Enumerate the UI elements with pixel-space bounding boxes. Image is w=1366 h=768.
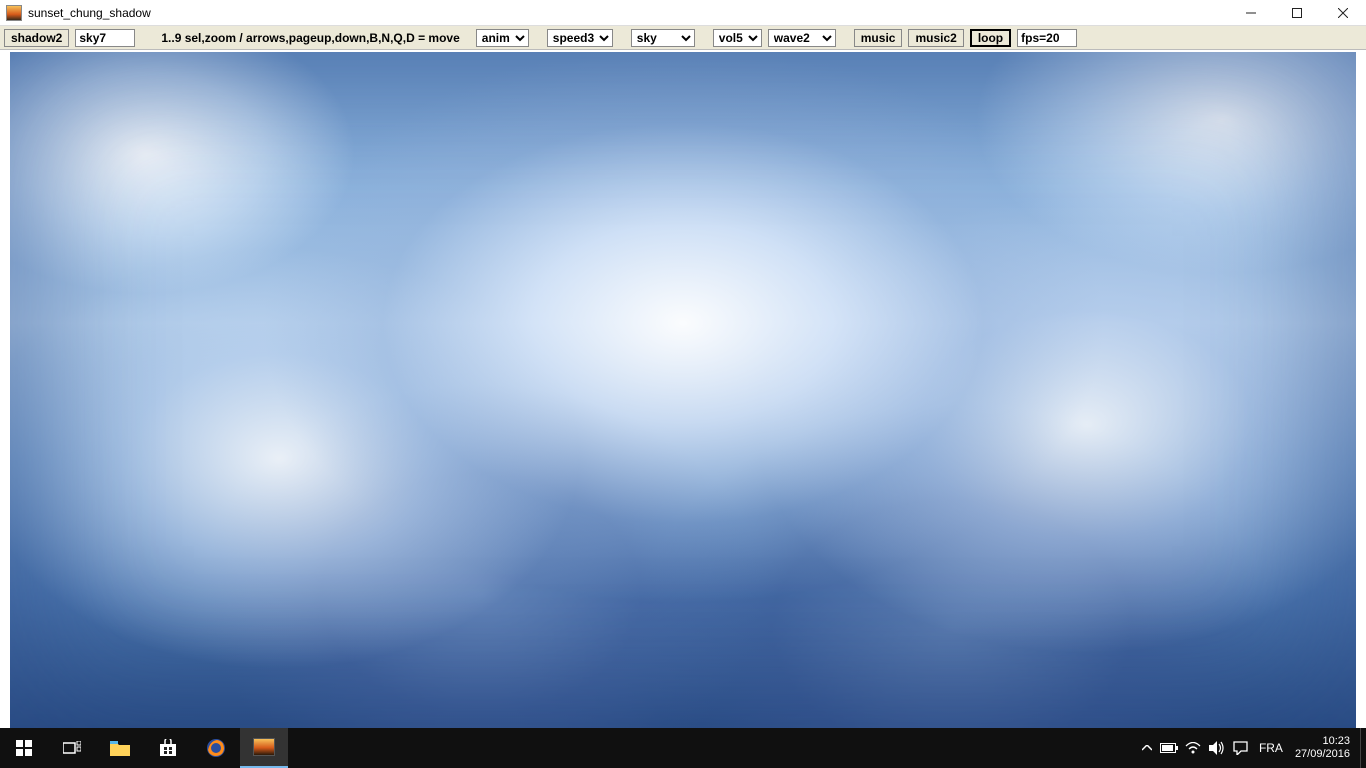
system-tray: FRA 10:23 27/09/2016 [1137, 728, 1366, 768]
loop-button[interactable]: loop [970, 29, 1011, 47]
battery-button[interactable] [1157, 728, 1181, 768]
volume-icon [1209, 741, 1225, 755]
folder-icon [110, 740, 130, 756]
task-view-icon [63, 741, 81, 755]
firefox-icon [206, 738, 226, 758]
file-explorer-button[interactable] [96, 728, 144, 768]
battery-icon [1160, 743, 1178, 753]
toolbar: shadow2 1..9 sel,zoom / arrows,pageup,do… [0, 26, 1366, 50]
maximize-button[interactable] [1274, 0, 1320, 25]
start-button[interactable] [0, 728, 48, 768]
minimize-icon [1246, 8, 1256, 18]
sky-input[interactable] [75, 29, 135, 47]
notification-icon [1233, 741, 1248, 755]
taskbar: FRA 10:23 27/09/2016 [0, 728, 1366, 768]
titlebar: sunset_chung_shadow [0, 0, 1366, 26]
window-title: sunset_chung_shadow [28, 6, 1228, 20]
clock-date: 27/09/2016 [1295, 748, 1350, 761]
close-icon [1338, 8, 1348, 18]
anim-select[interactable]: anim [476, 29, 529, 47]
minimize-button[interactable] [1228, 0, 1274, 25]
sky-select[interactable]: sky [631, 29, 695, 47]
close-button[interactable] [1320, 0, 1366, 25]
show-desktop-button[interactable] [1360, 728, 1366, 768]
volume-button[interactable] [1205, 728, 1229, 768]
action-center-button[interactable] [1229, 728, 1253, 768]
store-icon [159, 739, 177, 757]
store-button[interactable] [144, 728, 192, 768]
clock[interactable]: 10:23 27/09/2016 [1289, 735, 1360, 761]
music-button[interactable]: music [854, 29, 903, 47]
app-icon [6, 5, 22, 21]
speed-select[interactable]: speed3 [547, 29, 613, 47]
windows-icon [16, 740, 32, 756]
app-task-button[interactable] [240, 728, 288, 768]
clock-time: 10:23 [1295, 735, 1350, 748]
music2-button[interactable]: music2 [908, 29, 963, 47]
app-task-icon [253, 738, 275, 756]
firefox-button[interactable] [192, 728, 240, 768]
vol-select[interactable]: vol5 [713, 29, 762, 47]
task-view-button[interactable] [48, 728, 96, 768]
window-controls [1228, 0, 1366, 25]
wave-select[interactable]: wave2 [768, 29, 836, 47]
fps-field[interactable] [1017, 29, 1077, 47]
language-indicator[interactable]: FRA [1253, 741, 1289, 755]
chevron-up-icon [1142, 745, 1152, 751]
wifi-button[interactable] [1181, 728, 1205, 768]
shadow-button[interactable]: shadow2 [4, 29, 69, 47]
tray-overflow-button[interactable] [1137, 745, 1157, 751]
maximize-icon [1292, 8, 1302, 18]
wifi-icon [1185, 742, 1201, 754]
render-viewport[interactable] [10, 52, 1356, 730]
help-text: 1..9 sel,zoom / arrows,pageup,down,B,N,Q… [161, 31, 459, 45]
